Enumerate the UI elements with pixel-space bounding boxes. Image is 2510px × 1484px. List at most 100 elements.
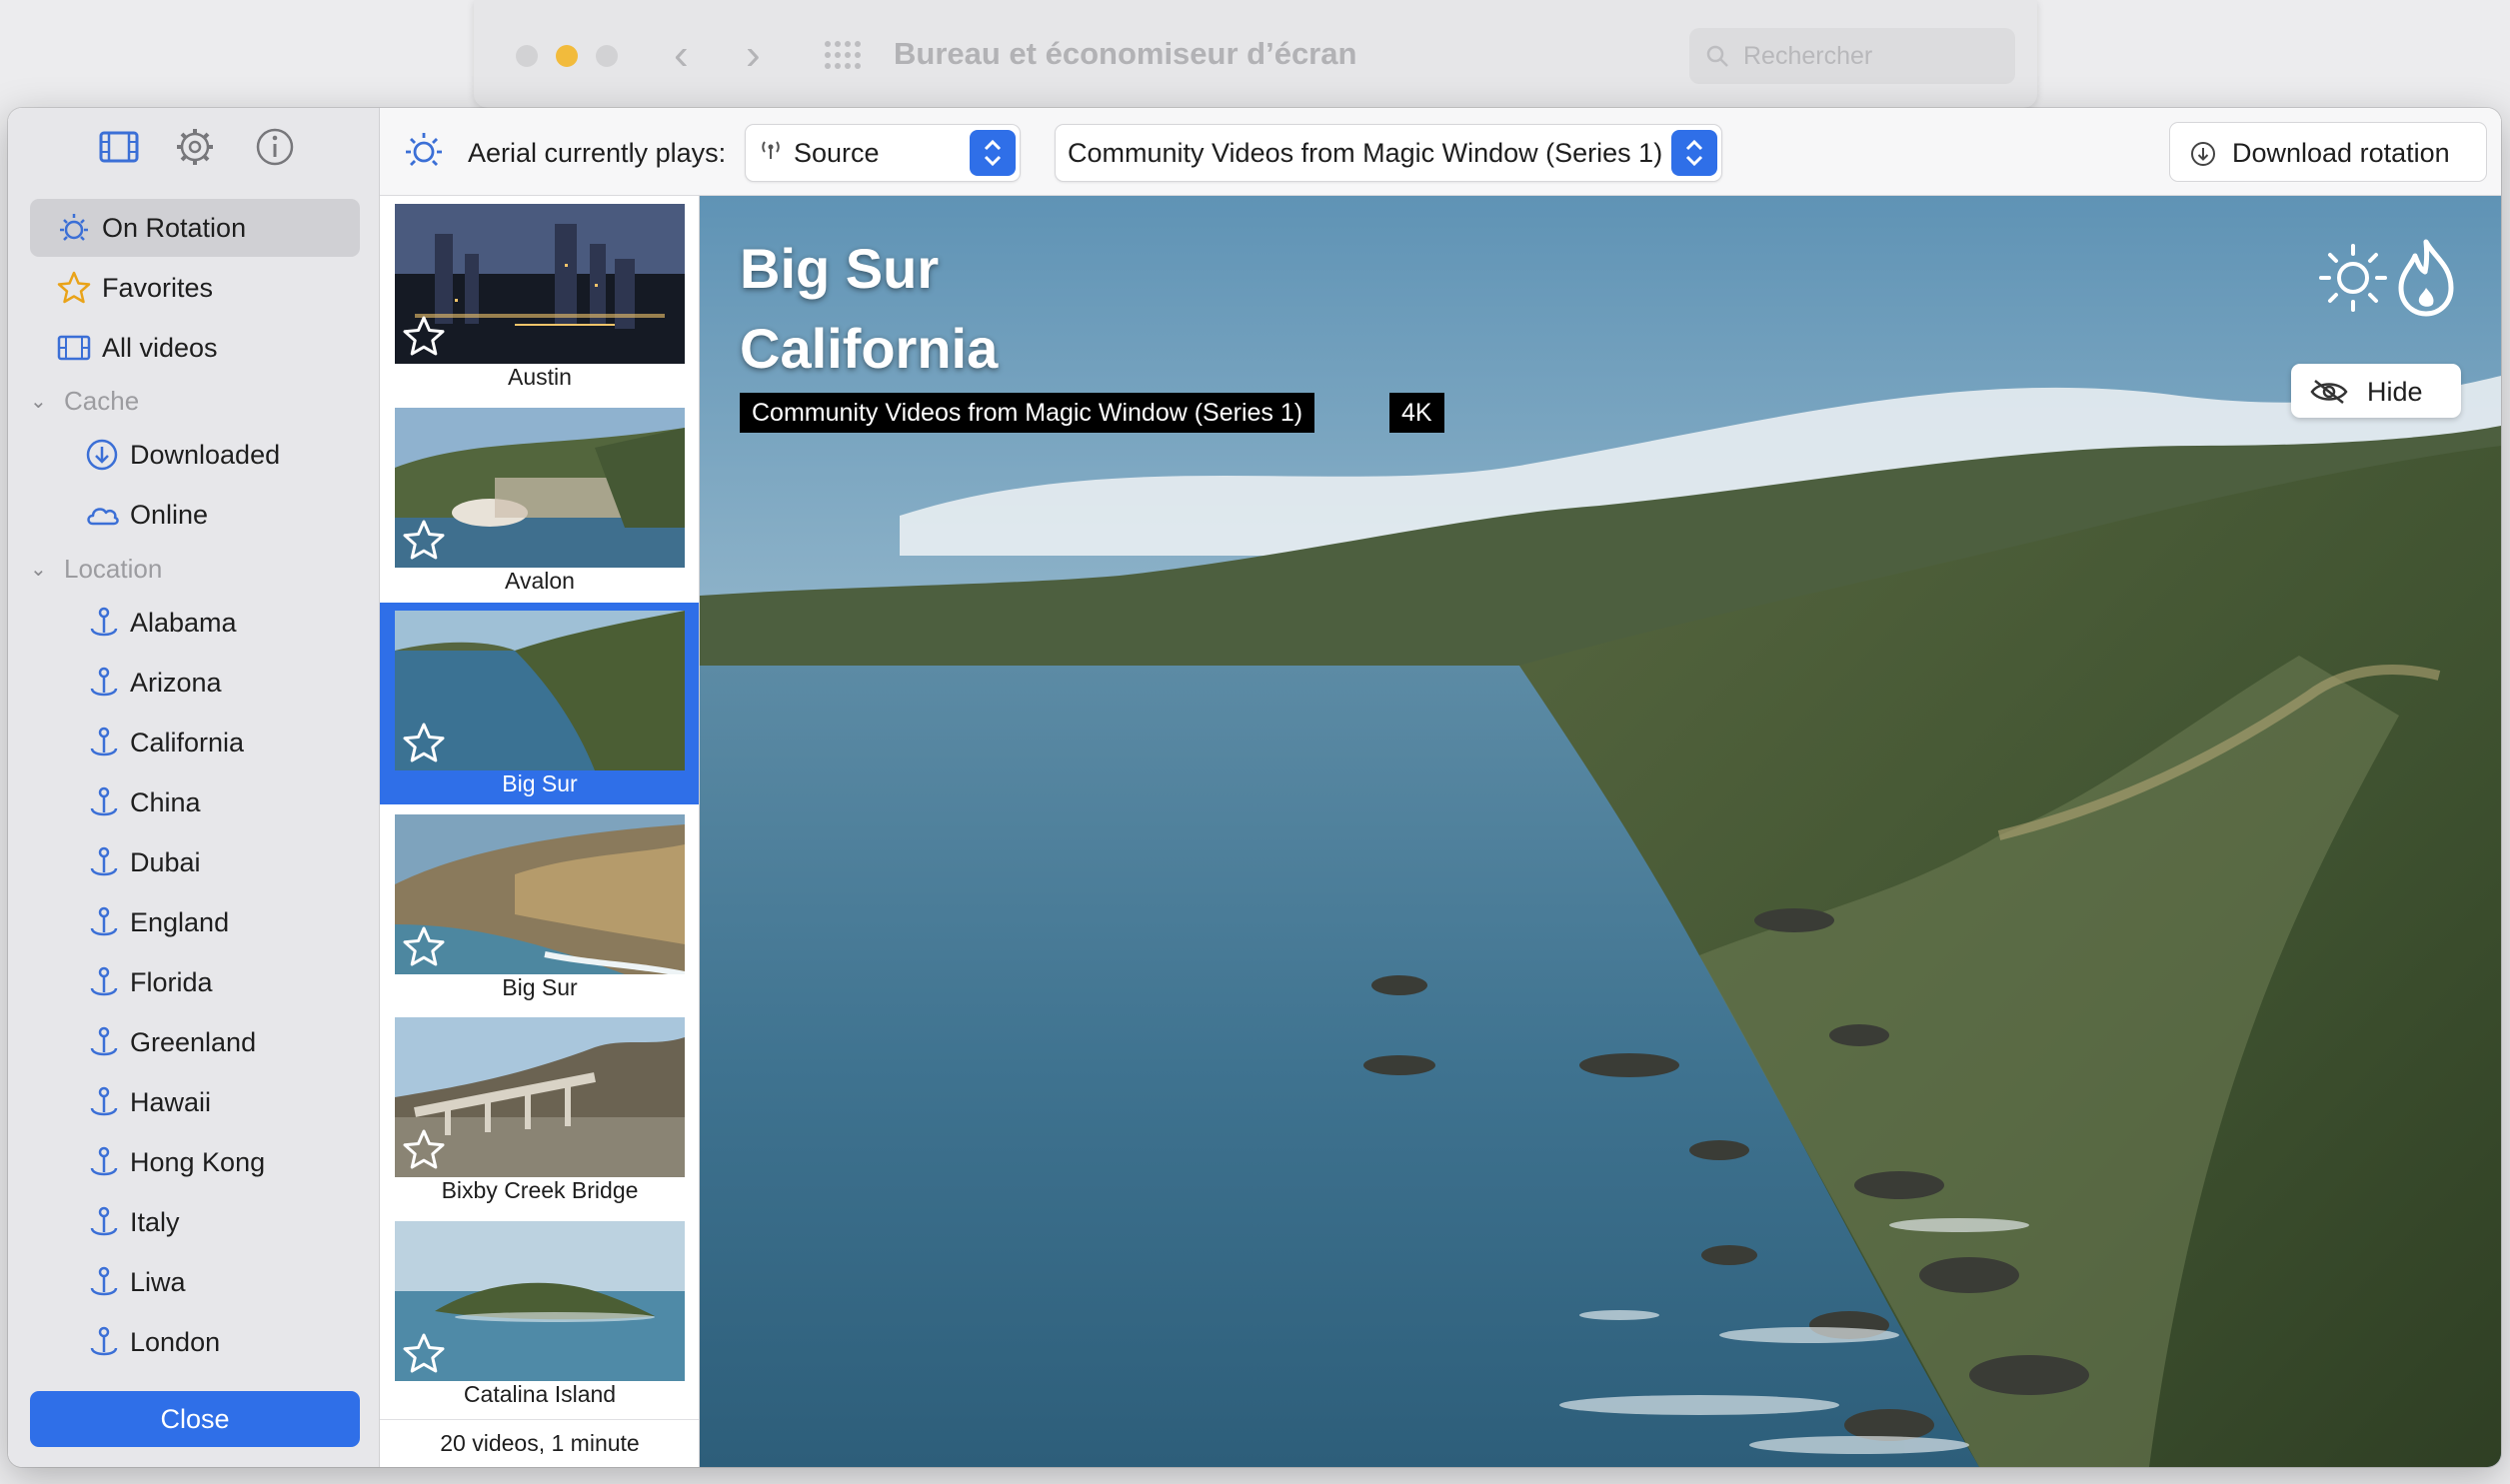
sidebar-item-label: Online	[130, 499, 209, 530]
sidebar-item-location[interactable]: Greenland	[30, 1013, 360, 1071]
sidebar-item-favorites[interactable]: Favorites	[30, 259, 360, 317]
sidebar-item-location[interactable]: California	[30, 714, 360, 771]
download-icon	[2190, 141, 2216, 174]
video-item[interactable]: Big Sur	[380, 806, 699, 1008]
location-pin-icon	[84, 605, 120, 641]
close-button[interactable]: Close	[30, 1391, 360, 1447]
preview-title: Big Sur	[740, 237, 940, 300]
video-item[interactable]: Bixby Creek Bridge	[380, 1009, 699, 1211]
sidebar-item-location[interactable]: China	[30, 773, 360, 831]
stepper-icon	[970, 130, 1016, 176]
back-icon[interactable]: ‹	[674, 30, 689, 80]
sidebar-item-location[interactable]: London	[30, 1313, 360, 1371]
favorite-star-icon[interactable]	[402, 314, 446, 358]
info-icon[interactable]	[252, 124, 298, 170]
download-rotation-label: Download rotation	[2232, 138, 2450, 168]
video-name: Bixby Creek Bridge	[441, 1177, 639, 1203]
favorite-star-icon[interactable]	[402, 518, 446, 562]
window-zoom-dot[interactable]	[596, 45, 618, 67]
video-item[interactable]: Avalon	[380, 400, 699, 602]
chevron-down-icon: ⌄	[30, 391, 47, 413]
grid-icon[interactable]	[824, 40, 862, 75]
hide-label: Hide	[2367, 377, 2423, 407]
favorite-star-icon[interactable]	[402, 1331, 446, 1375]
sidebar-item-label: Downloaded	[130, 439, 281, 470]
favorite-star-icon[interactable]	[402, 721, 446, 764]
search-field[interactable]: Rechercher	[1689, 28, 2015, 84]
sidebar-item-on-rotation[interactable]: On Rotation	[30, 199, 360, 257]
rotation-sun-icon	[56, 210, 92, 246]
search-icon	[1705, 44, 1729, 75]
sidebar-item-label: Favorites	[102, 272, 214, 303]
download-rotation-button[interactable]: Download rotation	[2169, 122, 2487, 182]
film-icon[interactable]	[96, 124, 142, 170]
window-close-dot[interactable]	[516, 45, 538, 67]
sidebar-item-location[interactable]: Arizona	[30, 654, 360, 712]
preview-image	[700, 196, 2501, 1467]
cloud-icon	[84, 497, 120, 533]
sidebar: On Rotation Favorites All videos ⌄ Cache…	[8, 108, 380, 1467]
source-label: Source	[794, 138, 880, 168]
background-window-title: Bureau et économiseur d’écran	[894, 36, 1357, 71]
favorite-star-icon[interactable]	[402, 924, 446, 968]
sidebar-item-location[interactable]: Dubai	[30, 833, 360, 891]
video-count: 20 videos, 1 minute	[380, 1419, 699, 1467]
rotation-sun-icon	[402, 128, 446, 177]
sidebar-item-label: Hawaii	[130, 1086, 212, 1117]
location-pin-icon	[84, 904, 120, 940]
sidebar-item-all-videos[interactable]: All videos	[30, 319, 360, 377]
video-list: Austin Avalon Big Sur Big Sur Bixby Creek Br…	[380, 196, 700, 1467]
collection-popup[interactable]: Community Videos from Magic Window (Seri…	[1055, 124, 1722, 182]
sidebar-item-downloaded[interactable]: Downloaded	[30, 426, 360, 484]
sidebar-item-location[interactable]: Italy	[30, 1193, 360, 1251]
favorite-star-icon[interactable]	[402, 1127, 446, 1171]
sidebar-item-label: Hong Kong	[130, 1146, 266, 1177]
gear-icon[interactable]	[172, 124, 218, 170]
brightness-icon[interactable]	[2315, 240, 2391, 321]
download-icon	[84, 437, 120, 473]
video-name: Catalina Island	[463, 1380, 617, 1407]
forward-icon[interactable]: ›	[746, 30, 761, 80]
sidebar-item-location[interactable]: Florida	[30, 953, 360, 1011]
video-name: Big Sur	[502, 973, 578, 1000]
sidebar-item-label: London	[130, 1326, 221, 1357]
sidebar-item-label: On Rotation	[102, 212, 247, 243]
sidebar-item-location[interactable]: England	[30, 893, 360, 951]
video-name: Austin	[508, 364, 572, 390]
location-pin-icon	[84, 844, 120, 880]
cache-header-label: Cache	[64, 386, 140, 416]
sidebar-item-label: Italy	[130, 1206, 180, 1237]
aerial-window: On Rotation Favorites All videos ⌄ Cache…	[8, 108, 2501, 1467]
hide-button[interactable]: Hide	[2291, 364, 2461, 418]
location-pin-icon	[84, 1264, 120, 1300]
video-item[interactable]: Austin	[380, 196, 699, 398]
sidebar-item-label: England	[130, 906, 230, 937]
sidebar-item-location[interactable]: Hawaii	[30, 1073, 360, 1131]
location-pin-icon	[84, 784, 120, 820]
chevron-down-icon: ⌄	[30, 559, 47, 581]
cache-header[interactable]: ⌄ Cache	[30, 386, 139, 417]
preview-quality-badge: 4K	[1389, 393, 1444, 433]
preview-collection-tag: Community Videos from Magic Window (Seri…	[740, 393, 1315, 433]
sidebar-item-online[interactable]: Online	[30, 486, 360, 544]
sidebar-item-location[interactable]: Hong Kong	[30, 1133, 360, 1191]
video-item[interactable]: Big Sur	[380, 603, 699, 804]
sidebar-item-label: Greenland	[130, 1026, 257, 1057]
sidebar-item-label: Alabama	[130, 607, 237, 638]
currently-plays-label: Aerial currently plays:	[468, 138, 727, 168]
video-preview[interactable]: Big Sur California Community Videos from…	[700, 196, 2501, 1467]
location-pin-icon	[84, 1324, 120, 1360]
search-placeholder: Rechercher	[1743, 42, 1873, 70]
sidebar-item-location[interactable]: Liwa	[30, 1253, 360, 1311]
location-pin-icon	[84, 725, 120, 760]
window-minimize-dot[interactable]	[556, 45, 578, 67]
location-pin-icon	[84, 964, 120, 1000]
stepper-icon	[1671, 130, 1717, 176]
flame-icon[interactable]	[2391, 236, 2461, 325]
source-popup[interactable]: Source	[745, 124, 1021, 182]
location-pin-icon	[84, 1204, 120, 1240]
video-item[interactable]: Catalina Island	[380, 1213, 699, 1415]
location-header[interactable]: ⌄ Location	[30, 554, 162, 585]
sidebar-item-location[interactable]: Alabama	[30, 594, 360, 652]
collection-label: Community Videos from Magic Window (Seri…	[1068, 138, 1663, 168]
